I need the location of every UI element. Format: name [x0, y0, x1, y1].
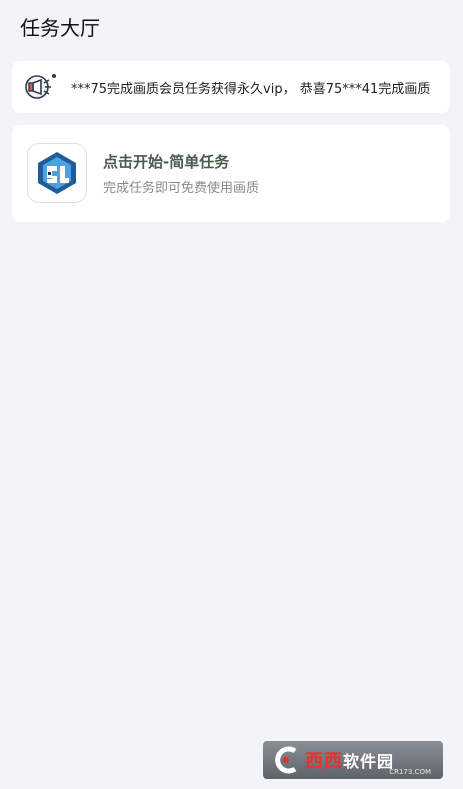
app-logo-icon	[27, 143, 87, 203]
task-card[interactable]: 点击开始-简单任务 完成任务即可免费使用画质	[12, 125, 450, 222]
watermark-logo: 西西 软件园 CR173.COM	[263, 741, 443, 779]
task-hall-page: 任务大厅 ***75完成画质会员任务获得永久vip， 恭喜75***41完成画质…	[0, 0, 463, 789]
watermark-text-2: 软件园	[343, 752, 395, 771]
task-subtitle: 完成任务即可免费使用画质	[103, 181, 260, 196]
page-title: 任务大厅	[20, 16, 100, 40]
watermark-subtext: CR173.COM	[389, 768, 431, 776]
logo-graphic	[38, 152, 76, 194]
watermark-text-1: 西西	[305, 751, 343, 772]
notice-text: ***75完成画质会员任务获得永久vip， 恭喜75***41完成画质	[71, 81, 431, 97]
task-title: 点击开始-简单任务	[103, 153, 230, 171]
watermark-swirl-icon	[275, 746, 297, 774]
notice-bar[interactable]: ***75完成画质会员任务获得永久vip， 恭喜75***41完成画质	[12, 61, 450, 113]
megaphone-icon	[25, 74, 56, 99]
